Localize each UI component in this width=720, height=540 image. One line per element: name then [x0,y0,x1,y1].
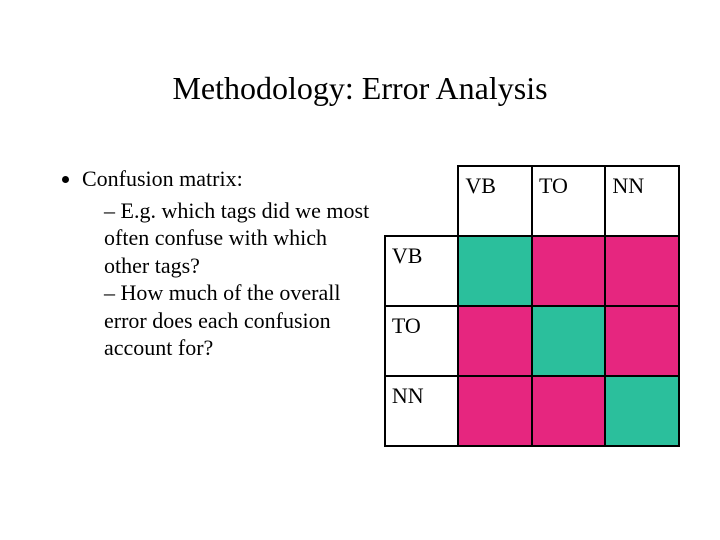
bullet-main: Confusion matrix: E.g. which tags did we… [82,165,374,362]
matrix-cell-vb-nn [605,236,679,306]
matrix-cell-to-to [532,306,605,376]
matrix-cell-nn-vb [458,376,532,446]
matrix-row-nn: NN [385,376,679,446]
matrix-row-vb: VB [385,236,679,306]
matrix-cell-vb-vb [458,236,532,306]
matrix-cell-nn-to [532,376,605,446]
bullet-main-text: Confusion matrix: [82,166,243,191]
slide-title: Methodology: Error Analysis [0,70,720,107]
bullet-sub-2: How much of the overall error does each … [104,279,374,362]
matrix-cell-vb-to [532,236,605,306]
matrix-header-row: VB TO NN [385,166,679,236]
bullet-sub-1: E.g. which tags did we most often confus… [104,197,374,280]
matrix-row-header-vb: VB [385,236,459,306]
matrix-row-to: TO [385,306,679,376]
matrix-cell-to-vb [458,306,532,376]
matrix-row-header-nn: NN [385,376,459,446]
matrix-col-header-nn: NN [605,166,679,236]
slide-body: Confusion matrix: E.g. which tags did we… [60,165,680,447]
matrix-col-header-to: TO [532,166,605,236]
matrix-cell-nn-nn [605,376,679,446]
matrix-col-header-vb: VB [458,166,532,236]
matrix-row-header-to: TO [385,306,459,376]
confusion-matrix: VB TO NN VB TO NN [384,165,680,447]
slide: Methodology: Error Analysis Confusion ma… [0,0,720,540]
matrix-cell-to-nn [605,306,679,376]
matrix-corner-cell [385,166,459,236]
bullet-text: Confusion matrix: E.g. which tags did we… [60,165,374,362]
